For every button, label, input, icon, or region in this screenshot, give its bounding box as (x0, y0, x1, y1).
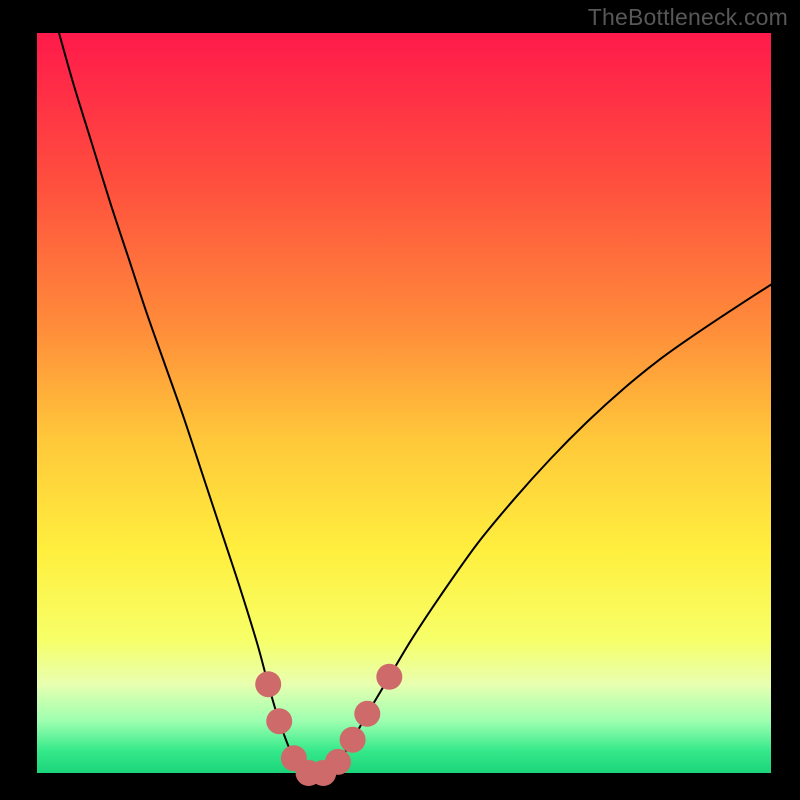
curve-marker (325, 749, 351, 775)
curve-marker (354, 701, 380, 727)
watermark-text: TheBottleneck.com (588, 4, 788, 31)
bottleneck-chart (0, 0, 800, 800)
chart-stage: TheBottleneck.com (0, 0, 800, 800)
curve-marker (266, 708, 292, 734)
curve-marker (340, 727, 366, 753)
plot-background (37, 33, 771, 773)
curve-marker (376, 664, 402, 690)
curve-marker (255, 671, 281, 697)
